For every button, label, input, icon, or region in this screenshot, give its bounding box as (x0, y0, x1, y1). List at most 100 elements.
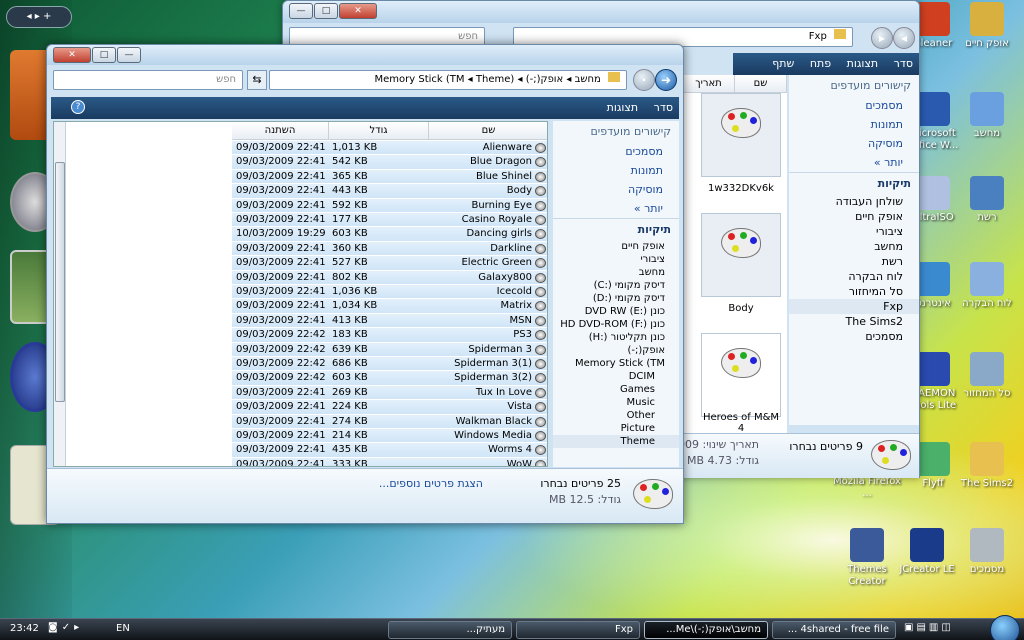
clock[interactable]: 23:42 (10, 623, 39, 634)
column-date[interactable]: תאריך (683, 75, 735, 93)
column-name[interactable]: שם (735, 75, 787, 93)
breadcrumb[interactable]: מחשב ◂ אופק(;-) ◂ (Memory Stick (TM ◂ Th… (269, 70, 627, 90)
table-row[interactable]: 09/03/2009 22:41 333 KB WoW (232, 457, 547, 466)
table-row[interactable]: 09/03/2009 22:41 435 KB Worms 4 (232, 443, 547, 458)
tree-item[interactable]: Theme (553, 435, 679, 448)
minimize-button[interactable]: — (289, 3, 313, 19)
tree-item[interactable]: אופק חיים (553, 240, 679, 253)
organize-button[interactable]: סדר (894, 57, 913, 70)
close-button[interactable]: ✕ (339, 3, 377, 19)
tree-item[interactable]: ציבורי (553, 253, 679, 266)
title-bar[interactable]: ✕ □ — (47, 45, 683, 65)
tree-item[interactable]: Games (553, 383, 679, 396)
organize-button[interactable]: סדר (654, 101, 673, 114)
breadcrumb-drive[interactable]: אופק(;-) (526, 74, 564, 85)
favorite-music[interactable]: מוסיקה (553, 180, 679, 199)
column-name[interactable]: שם (429, 122, 547, 140)
table-row[interactable]: 09/03/2009 22:41 269 KB Tux In Love (232, 385, 547, 401)
more-link[interactable]: יותר » (553, 199, 679, 218)
maximize-button[interactable]: □ (92, 47, 116, 63)
scrollbar[interactable] (54, 122, 66, 466)
views-button[interactable]: תצוגות (847, 57, 879, 70)
table-row[interactable]: 09/03/2009 22:41 413 KB MSN (232, 313, 547, 329)
taskbar-button-copying[interactable]: מעתיק... (388, 621, 512, 639)
tree-item[interactable]: Memory Stick (TM (553, 357, 679, 370)
favorite-pictures[interactable]: תמונות (553, 161, 679, 180)
open-button[interactable]: פתח (810, 57, 831, 70)
sidebar-controls[interactable]: ◂ ▸ + (6, 6, 72, 28)
theme-window[interactable]: ✕ □ — ➜ · מחשב ◂ אופק(;-) ◂ (Memory Stic… (46, 44, 684, 524)
table-row[interactable]: 09/03/2009 22:42 183 KB PS3 (232, 328, 547, 343)
file-tile[interactable]: Body (701, 213, 781, 314)
tree-item[interactable]: כונן תקליטור (:H) (553, 331, 679, 344)
table-row[interactable]: 09/03/2009 22:41 224 KB Vista (232, 400, 547, 415)
scroll-thumb[interactable] (55, 162, 65, 402)
back-button[interactable]: ◂ (893, 27, 915, 49)
breadcrumb-computer[interactable]: מחשב (575, 74, 601, 85)
table-row[interactable]: 09/03/2009 22:42 639 KB Spiderman 3 (232, 342, 547, 357)
file-list[interactable]: שם גודל השתנה 09/03/2009 22:41 1,013 KB Al… (53, 121, 548, 467)
tree-item[interactable]: מחשב (789, 239, 919, 254)
tree-item[interactable]: רשת (789, 254, 919, 269)
tree-item[interactable]: The Sims2 (789, 314, 919, 329)
table-row[interactable]: 09/03/2009 22:41 1,036 KB Icecold (232, 285, 547, 300)
favorite-pictures[interactable]: תמונות (789, 115, 919, 134)
tree-item[interactable]: שולחן העבודה (789, 194, 919, 209)
breadcrumb-theme[interactable]: Theme (476, 74, 511, 85)
table-row[interactable]: 09/03/2009 22:41 360 KB Darkline (232, 241, 547, 257)
show-more-details-link[interactable]: הצגת פרטים נוספים... (379, 477, 483, 490)
back-button[interactable]: ➜ (655, 69, 677, 91)
file-tile[interactable]: Heroes of M&M 4 (701, 333, 781, 434)
tree-item[interactable]: Music (553, 396, 679, 409)
favorite-documents[interactable]: מסמכים (789, 96, 919, 115)
more-link[interactable]: יותר » (789, 153, 919, 172)
desktop-icon[interactable]: רשת (952, 176, 1022, 224)
tree-item[interactable]: מחשב (553, 266, 679, 279)
help-icon[interactable]: ? (71, 100, 85, 114)
share-button[interactable]: שתף (772, 57, 794, 70)
taskbar-button-fxp[interactable]: Fxp (516, 621, 640, 639)
refresh-icon[interactable]: ⇆ (247, 70, 267, 90)
folders-header[interactable]: תיקיות (789, 172, 919, 194)
file-tile[interactable]: 1w332DKv6k (701, 93, 781, 194)
table-row[interactable]: 09/03/2009 22:42 603 KB Spiderman 3(2) (232, 371, 547, 386)
table-row[interactable]: 09/03/2009 22:41 527 KB Electric Green (232, 256, 547, 271)
tree-item[interactable]: דיסק מקומי (:D) (553, 292, 679, 305)
search-input[interactable]: חפש (53, 70, 243, 90)
tree-item[interactable]: סל המיחזור (789, 284, 919, 299)
tree-item[interactable]: כונן HD DVD-ROM (F:) (553, 318, 679, 331)
desktop-icon[interactable]: מסמכים (952, 528, 1022, 576)
folders-header[interactable]: תיקיות (553, 218, 679, 240)
desktop-icon[interactable]: אופק חיים (952, 2, 1022, 50)
forward-button[interactable]: ▸ (871, 27, 893, 49)
column-size[interactable]: גודל (329, 122, 429, 140)
favorite-music[interactable]: מוסיקה (789, 134, 919, 153)
desktop-icon[interactable]: מחשב (952, 92, 1022, 140)
views-button[interactable]: תצוגות (607, 101, 639, 114)
tree-item[interactable]: דיסק מקומי (:C) (553, 279, 679, 292)
tray-icons[interactable]: ◙✓▸ (48, 622, 83, 633)
table-row[interactable]: 09/03/2009 22:42 686 KB Spiderman 3(1) (232, 357, 547, 372)
table-row[interactable]: 09/03/2009 22:41 1,013 KB Alienware (232, 141, 547, 156)
table-row[interactable]: 09/03/2009 22:41 274 KB Walkman Black (232, 414, 547, 429)
table-row[interactable]: 09/03/2009 22:41 443 KB Body (232, 184, 547, 199)
title-bar[interactable]: — □ ✕ (283, 1, 919, 23)
forward-button[interactable]: · (633, 69, 655, 91)
table-row[interactable]: 09/03/2009 22:41 214 KB Windows Media (232, 429, 547, 444)
table-row[interactable]: 09/03/2009 22:41 177 KB Casino Royale (232, 213, 547, 228)
desktop-icon[interactable]: לוח הבקרה (952, 262, 1022, 310)
table-row[interactable]: 09/03/2009 22:41 802 KB Galaxy800 (232, 270, 547, 285)
table-row[interactable]: 09/03/2009 22:41 1,034 KB Matrix (232, 299, 547, 314)
table-row[interactable]: 10/03/2009 19:29 603 KB Dancing girls (232, 227, 547, 242)
maximize-button[interactable]: □ (314, 3, 338, 19)
favorite-documents[interactable]: מסמכים (553, 142, 679, 161)
table-row[interactable]: 09/03/2009 22:41 592 KB Burning Eye (232, 198, 547, 213)
taskbar-button-explorer[interactable]: מחשב\אופק(;-)\Me... (644, 621, 768, 639)
start-button[interactable] (990, 615, 1020, 640)
quick-launch-icons[interactable]: ▣▤▥◫ (904, 622, 954, 633)
tree-item[interactable]: Other (553, 409, 679, 422)
tree-item[interactable]: אופק(;-) (553, 344, 679, 357)
tree-item[interactable]: DCIM (553, 370, 679, 383)
tree-item[interactable]: Picture (553, 422, 679, 435)
column-modified[interactable]: השתנה (232, 122, 329, 140)
